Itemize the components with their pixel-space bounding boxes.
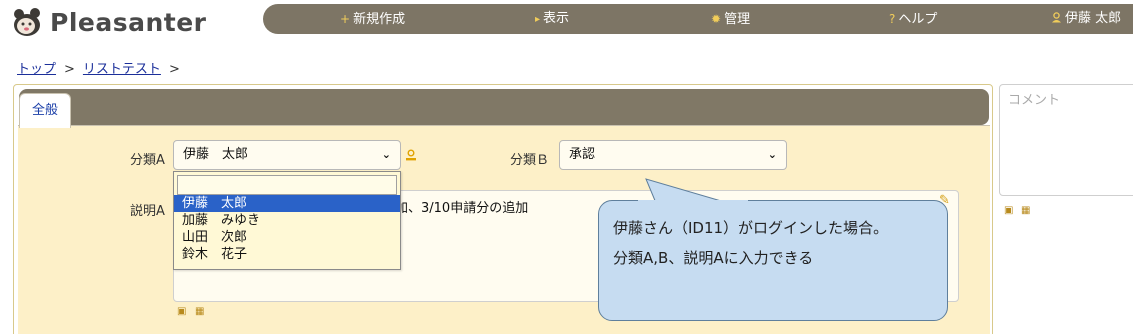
dropdown-option[interactable]: 加藤 みゆき [174,212,400,229]
class-a-dropdown-list[interactable]: 伊藤 太郎 加藤 みゆき 山田 次郎 鈴木 花子 [173,171,401,270]
nav-admin-label: 管理 [724,12,751,27]
comment-placeholder: コメント [1008,93,1061,108]
dropdown-option[interactable]: 伊藤 太郎 [174,195,400,212]
user-picker-icon[interactable] [405,149,417,161]
logo[interactable]: Pleasanter [10,5,207,39]
nav-new[interactable]: + 新規作成 [340,4,405,34]
triangle-right-icon: ▸ [535,14,541,25]
nav-view-label: 表示 [543,11,570,26]
chevron-down-icon: ⌄ [767,148,777,161]
chevron-down-icon: ⌄ [381,148,391,161]
dropdown-option[interactable]: 山田 次郎 [174,229,400,246]
nav-admin[interactable]: ✹ 管理 [711,4,750,34]
gear-icon: ✹ [711,12,722,26]
class-a-select[interactable]: 伊藤 太郎 ⌄ [173,140,401,170]
nav-view[interactable]: ▸ 表示 [535,4,569,34]
breadcrumb: トップ > リストテスト > [17,58,188,77]
plus-icon: + [340,12,351,26]
nav-user[interactable]: 伊藤 太郎 [1051,4,1121,34]
person-icon [1052,12,1061,23]
comment-input[interactable]: コメント [999,84,1133,196]
breadcrumb-top[interactable]: トップ [17,62,56,77]
nav-new-label: 新規作成 [353,12,406,27]
breadcrumb-list[interactable]: リストテスト [83,62,161,77]
attachment-icon[interactable]: ▦ [1021,205,1030,216]
desc-a-value: 追加、3/10申請分の追加 [382,201,529,216]
image-icon[interactable]: ▣ [177,306,186,317]
nav-help[interactable]: ? ヘルプ [889,4,937,34]
class-b-value: 承認 [569,147,596,162]
logo-text: Pleasanter [50,7,207,37]
pleasanter-logo-icon [14,8,40,36]
breadcrumb-separator: > [168,62,180,77]
class-b-label: 分類Ｂ [510,153,550,168]
nav-user-label: 伊藤 太郎 [1065,11,1122,26]
main-navbar: + 新規作成 ▸ 表示 ✹ 管理 ? ヘルプ 伊藤 太郎 [263,4,1133,34]
image-icon[interactable]: ▣ [1004,205,1013,216]
header: Pleasanter + 新規作成 ▸ 表示 ✹ 管理 ? ヘルプ 伊藤 太郎 [0,0,1133,44]
attachment-icon[interactable]: ▦ [195,306,204,317]
tab-bar [19,89,989,125]
tab-general[interactable]: 全般 [19,93,71,128]
breadcrumb-separator: > [64,62,75,77]
desc-a-label: 説明A [130,204,165,219]
callout-line-2: 分類A,B、説明Aに入力できる [613,249,814,267]
class-b-select[interactable]: 承認 ⌄ [559,140,787,170]
class-a-value: 伊藤 太郎 [183,147,249,162]
dropdown-option[interactable]: 鈴木 花子 [174,246,400,263]
callout-tail [638,178,748,208]
callout-line-1: 伊藤さん（ID11）がログインした場合。 [613,219,889,237]
class-a-label: 分類A [130,153,165,168]
question-icon: ? [889,12,896,26]
annotation-callout: 伊藤さん（ID11）がログインした場合。 分類A,B、説明Aに入力できる [598,200,948,321]
nav-help-label: ヘルプ [898,12,938,27]
dropdown-option-blank[interactable] [177,175,397,195]
